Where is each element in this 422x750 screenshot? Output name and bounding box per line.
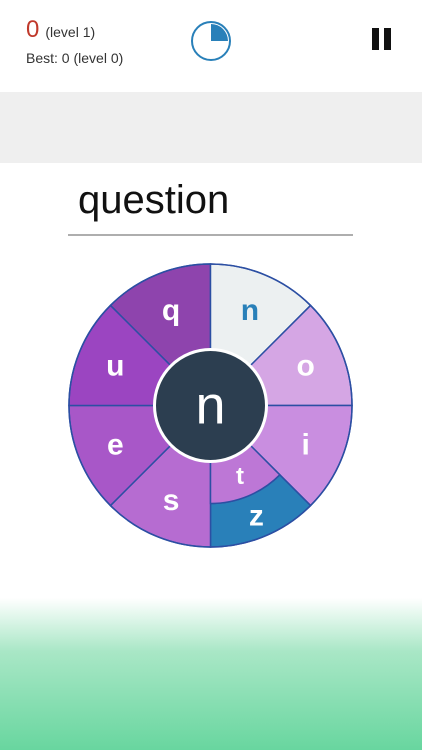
wheel-letter-z: z (249, 500, 264, 533)
wheel-letter-s: s (163, 484, 180, 517)
pie-timer-icon (191, 21, 231, 61)
timer-progress (211, 24, 228, 41)
current-score: 0 (26, 16, 40, 43)
score-display: 0 (level 1) (26, 16, 95, 44)
bottom-gradient (0, 598, 422, 750)
wheel-letter-u: u (106, 350, 124, 383)
wheel-letter-n: n (241, 294, 259, 327)
letter-wheel[interactable]: q noizseutn (68, 263, 353, 548)
pause-icon (384, 28, 391, 50)
header-bar: 0 (level 1) Best: 0 (level 0) (0, 0, 422, 92)
wheel-letter-t: t (236, 463, 244, 490)
answer-word: question (78, 178, 230, 222)
pause-icon (372, 28, 379, 50)
message-band (0, 92, 422, 163)
center-letter: n (195, 376, 225, 436)
current-level: (level 1) (45, 24, 96, 40)
answer-area: question (68, 172, 353, 236)
wheel-letter-e: e (107, 428, 124, 461)
best-score: Best: 0 (level 0) (26, 50, 124, 66)
wheel-letter-q: q (162, 294, 180, 327)
pause-button[interactable] (364, 24, 398, 54)
answer-underline (68, 234, 353, 236)
wheel-letter-o: o (296, 350, 314, 383)
wheel-letter-i: i (301, 428, 309, 461)
